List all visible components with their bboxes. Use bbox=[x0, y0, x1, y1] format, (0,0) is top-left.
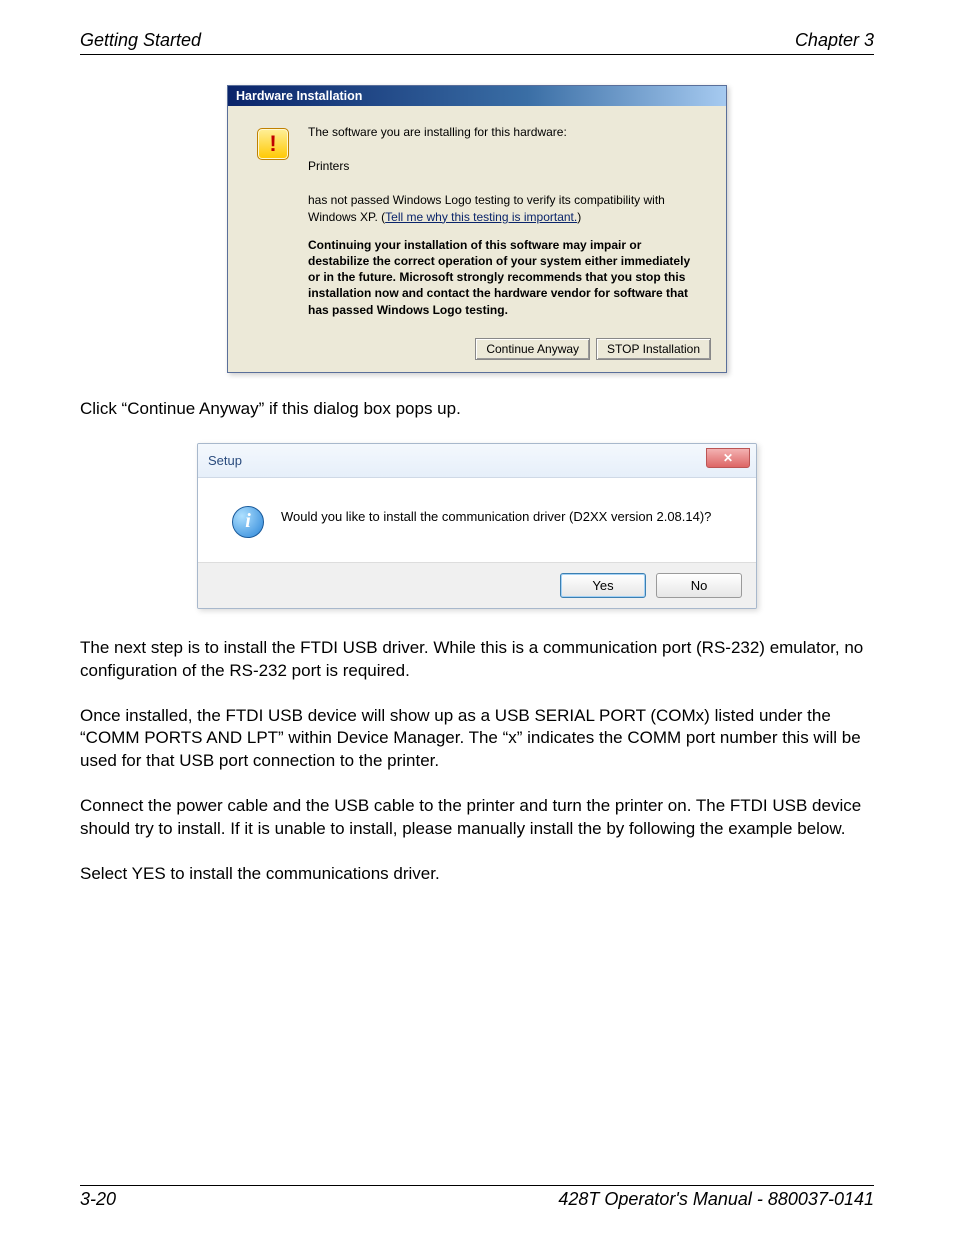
dialog-text: has not passed Windows Logo testing to v… bbox=[308, 192, 701, 224]
dialog-warning-text: Continuing your installation of this sof… bbox=[308, 237, 701, 318]
stop-installation-button[interactable]: STOP Installation bbox=[596, 338, 711, 360]
info-icon: i bbox=[232, 506, 264, 538]
dialog-text: Printers bbox=[308, 158, 701, 174]
header-right: Chapter 3 bbox=[795, 30, 874, 51]
close-button[interactable]: ✕ bbox=[706, 448, 750, 468]
body-text: Click “Continue Anyway” if this dialog b… bbox=[80, 398, 874, 421]
no-button[interactable]: No bbox=[656, 573, 742, 598]
body-text: Connect the power cable and the USB cabl… bbox=[80, 795, 874, 841]
continue-anyway-button[interactable]: Continue Anyway bbox=[475, 338, 590, 360]
page-header: Getting Started Chapter 3 bbox=[80, 30, 874, 55]
hardware-installation-dialog: Hardware Installation ! The software you… bbox=[227, 85, 727, 373]
close-icon: ✕ bbox=[723, 451, 733, 465]
body-text: Select YES to install the communications… bbox=[80, 863, 874, 886]
dialog-title: Hardware Installation bbox=[228, 86, 726, 106]
body-text: Once installed, the FTDI USB device will… bbox=[80, 705, 874, 774]
testing-important-link[interactable]: Tell me why this testing is important. bbox=[385, 210, 577, 224]
header-left: Getting Started bbox=[80, 30, 201, 51]
body-text: The next step is to install the FTDI USB… bbox=[80, 637, 874, 683]
page-footer: 3-20 428T Operator's Manual - 880037-014… bbox=[80, 1185, 874, 1210]
footer-left: 3-20 bbox=[80, 1189, 116, 1210]
setup-dialog: Setup ✕ i Would you like to install the … bbox=[197, 443, 757, 609]
dialog-title: Setup bbox=[208, 453, 242, 468]
dialog-text: The software you are installing for this… bbox=[308, 124, 701, 140]
warning-icon: ! bbox=[257, 128, 289, 160]
yes-button[interactable]: Yes bbox=[560, 573, 646, 598]
dialog-message: Would you like to install the communicat… bbox=[273, 506, 736, 538]
footer-right: 428T Operator's Manual - 880037-0141 bbox=[558, 1189, 874, 1210]
